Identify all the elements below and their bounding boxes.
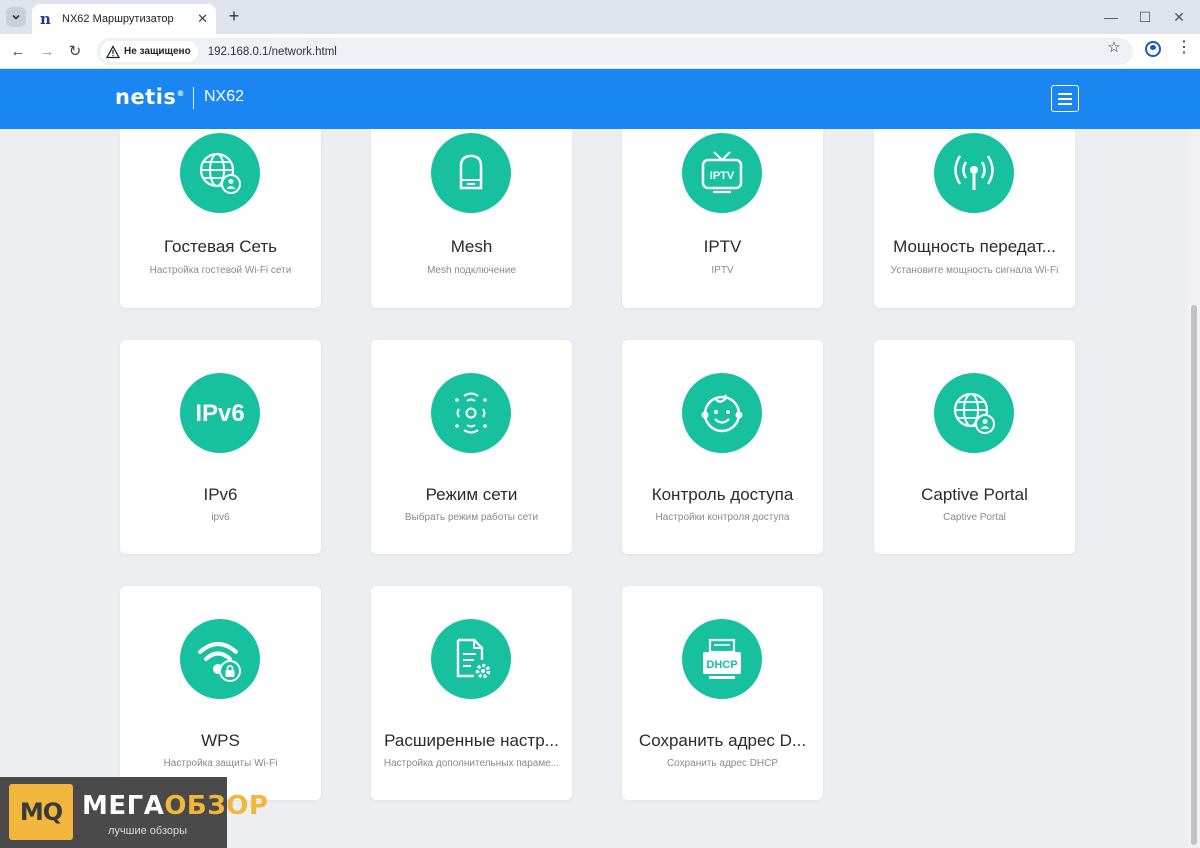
card-ipv6[interactable]: IPv6 IPv6 ipv6 xyxy=(120,340,321,554)
globe-user-icon xyxy=(180,133,260,213)
ipv6-icon: IPv6 xyxy=(180,373,260,453)
more-menu-icon[interactable]: ⋮ xyxy=(1176,40,1192,56)
card-wps[interactable]: WPS Настройка защиты Wi-Fi xyxy=(120,586,321,800)
card-title: WPS xyxy=(201,731,240,750)
card-title: Captive Portal xyxy=(921,485,1028,504)
browser-toolbar: ← → ↻ Не защищено 192.168.0.1/network.ht… xyxy=(0,34,1200,69)
card-title: Контроль доступа xyxy=(651,485,794,504)
address-bar[interactable]: Не защищено 192.168.0.1/network.html xyxy=(97,38,1133,65)
security-label: Не защищено xyxy=(124,46,191,57)
chevron-down-icon xyxy=(12,14,20,20)
settings-grid: Гостевая Сеть Настройка гостевой Wi-Fi с… xyxy=(0,129,1188,848)
antenna-signal-icon xyxy=(934,133,1014,213)
card-subtitle: Настройка защиты Wi-Fi xyxy=(163,758,278,769)
card-mesh[interactable]: Mesh Mesh подключение xyxy=(371,129,572,308)
card-title: Гостевая Сеть xyxy=(163,237,278,256)
card-network-mode[interactable]: Режим сети Выбрать режим работы сети xyxy=(371,340,572,554)
back-button[interactable]: ← xyxy=(8,42,28,62)
close-window-button[interactable]: ✕ xyxy=(1170,8,1188,26)
card-iptv[interactable]: IPTV IPTV IPTV xyxy=(622,129,823,308)
card-guest-network[interactable]: Гостевая Сеть Настройка гостевой Wi-Fi с… xyxy=(120,129,321,308)
tab-search-button[interactable] xyxy=(6,7,26,27)
tv-icon: IPTV xyxy=(682,133,762,213)
card-subtitle: Настройки контроля доступа xyxy=(655,512,790,523)
card-captive-portal[interactable]: Captive Portal Captive Portal xyxy=(874,340,1075,554)
card-title: IPTV xyxy=(703,237,742,256)
new-tab-button[interactable]: + xyxy=(224,6,244,27)
bookmark-star-icon[interactable]: ☆ xyxy=(1105,38,1123,56)
card-title: Режим сети xyxy=(425,485,518,504)
card-tx-power[interactable]: Мощность передат... Установите мощность … xyxy=(874,129,1075,308)
maximize-button[interactable]: ☐ xyxy=(1136,8,1154,26)
wifi-lock-icon xyxy=(180,619,260,699)
mesh-device-icon xyxy=(431,133,511,213)
card-subtitle: IPTV xyxy=(711,265,734,276)
logo-divider xyxy=(193,87,194,109)
card-title: Сохранить адрес D... xyxy=(638,731,807,750)
card-subtitle: Настройка гостевой Wi-Fi сети xyxy=(149,265,292,276)
warning-icon xyxy=(106,44,120,58)
svg-text:IPTV: IPTV xyxy=(710,170,735,182)
child-face-icon xyxy=(682,373,762,453)
security-chip[interactable]: Не защищено xyxy=(100,41,198,62)
card-subtitle: Captive Portal xyxy=(943,512,1006,523)
minimize-button[interactable]: — xyxy=(1102,8,1120,26)
model-name: NX62 xyxy=(204,88,245,105)
card-title: Мощность передат... xyxy=(893,237,1056,256)
browser-tab[interactable]: n NX62 Маршрутизатор ✕ xyxy=(32,4,216,34)
watermark-title: МЕГАОБЗОР xyxy=(82,791,269,821)
svg-text:IPv6: IPv6 xyxy=(195,400,244,427)
forward-button[interactable]: → xyxy=(37,42,57,62)
browser-tab-bar: n NX62 Маршрутизатор ✕ + — ☐ ✕ xyxy=(0,0,1200,34)
scrollbar-thumb[interactable] xyxy=(1191,305,1197,845)
network-mode-icon xyxy=(431,373,511,453)
card-subtitle: Mesh подключение xyxy=(427,265,516,276)
globe-user-icon xyxy=(934,373,1014,453)
card-subtitle: Настройка дополнительных параме... xyxy=(383,758,560,769)
megaobzor-watermark: MQ МЕГАОБЗОР лучшие обзоры xyxy=(0,777,268,848)
document-gear-icon xyxy=(431,619,511,699)
card-dhcp-reservation[interactable]: DHCP Сохранить адрес D... Сохранить адре… xyxy=(622,586,823,800)
card-subtitle: ipv6 xyxy=(211,512,230,523)
hamburger-menu-button[interactable] xyxy=(1051,85,1079,112)
card-advanced-settings[interactable]: Расширенные настр... Настройка дополните… xyxy=(371,586,572,800)
netis-logo: netis® xyxy=(115,85,185,109)
reload-button[interactable]: ↻ xyxy=(65,42,85,62)
tab-close-icon[interactable]: ✕ xyxy=(197,11,208,27)
watermark-subtitle: лучшие обзоры xyxy=(108,825,188,837)
router-header: netis® NX62 xyxy=(0,69,1200,129)
card-title: Mesh xyxy=(450,237,493,256)
card-access-control[interactable]: Контроль доступа Настройки контроля дост… xyxy=(622,340,823,554)
netis-favicon-icon: n xyxy=(40,10,51,28)
svg-text:DHCP: DHCP xyxy=(706,659,737,671)
profile-icon[interactable] xyxy=(1145,41,1161,57)
dhcp-icon: DHCP xyxy=(682,619,762,699)
card-subtitle: Установите мощность сигнала Wi-Fi xyxy=(890,265,1059,276)
card-title: IPv6 xyxy=(203,485,238,504)
card-title: Расширенные настр... xyxy=(384,731,559,750)
card-subtitle: Выбрать режим работы сети xyxy=(404,512,539,523)
watermark-logo: MQ xyxy=(9,784,73,840)
tab-title: NX62 Маршрутизатор xyxy=(62,13,174,25)
card-subtitle: Сохранить адрес DHCP xyxy=(666,758,779,769)
url-text[interactable]: 192.168.0.1/network.html xyxy=(208,46,337,58)
